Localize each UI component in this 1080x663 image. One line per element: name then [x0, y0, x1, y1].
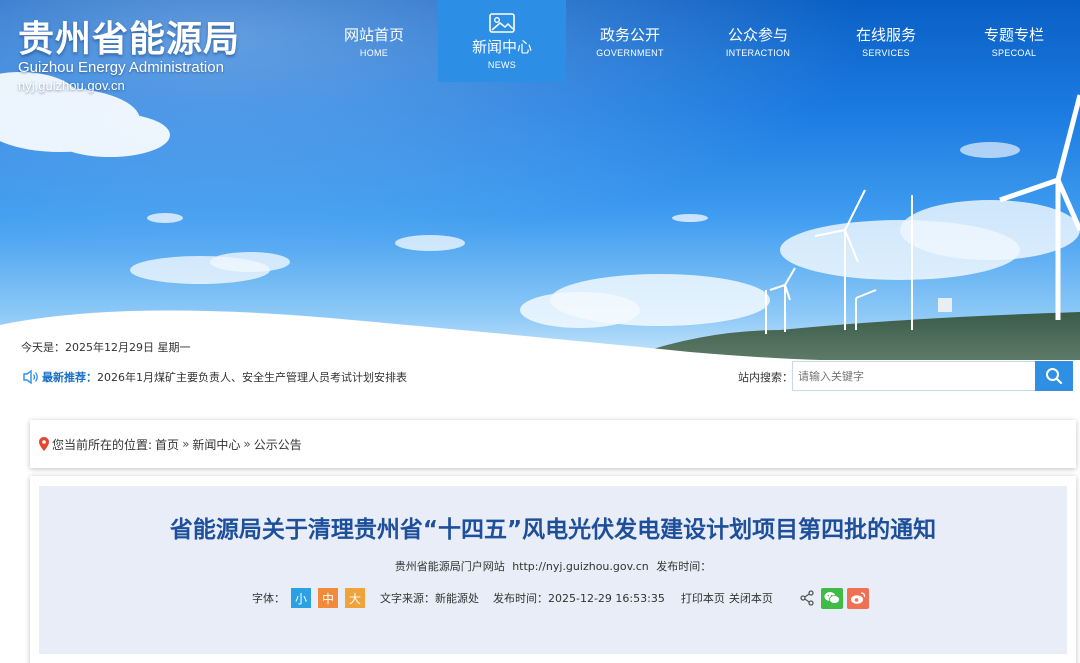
nav-sublabel: HOME: [359, 48, 389, 58]
site-logo-english: Guizhou Energy Administration: [18, 59, 224, 76]
wechat-icon: [824, 592, 840, 604]
article-origin: 文字来源：新能源处: [380, 592, 479, 605]
font-large-button[interactable]: 大: [345, 588, 365, 608]
nav-label: 公众参与: [727, 26, 788, 44]
breadcrumb-separator: »: [243, 437, 251, 451]
notice-link[interactable]: 2026年1月煤矿主要负责人、安全生产管理人员考试计划安排表: [97, 369, 407, 385]
breadcrumb-news[interactable]: 新闻中心: [192, 436, 240, 453]
search-label: 站内搜索：: [738, 371, 793, 384]
nav-item-government[interactable]: 政务公开 GOVERNMENT: [566, 0, 694, 82]
close-page-link[interactable]: 关闭本页: [729, 590, 773, 606]
article-source-url: http://nyj.guizhou.gov.cn: [512, 560, 649, 573]
nav-label: 网站首页: [343, 26, 404, 44]
nav-sublabel: SPECOAL: [991, 48, 1037, 58]
picture-icon: [489, 12, 515, 33]
print-page-link[interactable]: 打印本页: [681, 590, 725, 606]
nav-item-home[interactable]: 网站首页 HOME: [310, 0, 438, 82]
main-nav: 网站首页 HOME 新闻中心 NEWS 政务公开 GOVERNMENT 公众参与…: [310, 0, 1078, 82]
article-publish-label: 发布时间：: [656, 560, 712, 573]
site-logo-name[interactable]: 贵州省能源局: [18, 10, 240, 62]
nav-sublabel: GOVERNMENT: [596, 48, 664, 58]
article-source-site: 贵州省能源局门户网站: [394, 560, 505, 573]
breadcrumb-separator: »: [182, 437, 190, 451]
nav-label: 在线服务: [855, 26, 916, 44]
notice-tag: 最新推荐：: [42, 371, 97, 384]
weibo-share-button[interactable]: [846, 587, 869, 609]
nav-label: 专题专栏: [983, 26, 1044, 44]
font-small-button[interactable]: 小: [291, 588, 311, 608]
font-size-label: 字体：: [252, 592, 285, 605]
nav-sublabel: SERVICES: [862, 48, 910, 58]
breadcrumb-notices[interactable]: 公示公告: [254, 436, 302, 453]
article-toolbar: 字体： 小 中 大 文字来源：新能源处 发布时间：2025-12-29 16:5…: [252, 587, 873, 609]
article-header: 省能源局关于清理贵州省“十四五”风电光伏发电建设计划项目第四批的通知 贵州省能源…: [39, 486, 1067, 654]
search-button[interactable]: [1035, 361, 1073, 391]
weibo-icon: [850, 592, 866, 604]
nav-label: 政务公开: [599, 26, 660, 44]
nav-item-services[interactable]: 在线服务 SERVICES: [822, 0, 950, 82]
wechat-share-button[interactable]: [820, 587, 843, 609]
site-domain: nyj.guizhou.gov.cn: [18, 78, 125, 93]
breadcrumb-home[interactable]: 首页: [155, 436, 179, 453]
nav-item-news[interactable]: 新闻中心 NEWS: [438, 0, 566, 82]
article-title: 省能源局关于清理贵州省“十四五”风电光伏发电建设计划项目第四批的通知: [169, 517, 937, 543]
location-pin-icon: [39, 437, 49, 451]
nav-sublabel: NEWS: [487, 59, 517, 70]
search-input[interactable]: [793, 362, 1035, 390]
header-banner: 贵州省能源局 Guizhou Energy Administration nyj…: [0, 0, 1080, 360]
share-icon[interactable]: [799, 590, 815, 606]
article-container: 省能源局关于清理贵州省“十四五”风电光伏发电建设计划项目第四批的通知 贵州省能源…: [30, 476, 1076, 663]
search-icon: [1046, 368, 1063, 385]
speaker-icon: [23, 369, 38, 385]
nav-sublabel: INTERACTION: [725, 48, 791, 58]
article-publish-time: 发布时间：2025-12-29 16:53:35: [493, 592, 665, 605]
font-medium-button[interactable]: 中: [318, 588, 338, 608]
breadcrumb-prefix: 您当前所在的位置:: [52, 437, 153, 452]
article-meta: 贵州省能源局门户网站 http://nyj.guizhou.gov.cn 发布时…: [39, 558, 1067, 574]
breadcrumb: 您当前所在的位置: 首页 » 新闻中心 » 公示公告: [30, 420, 1076, 468]
latest-recommend-bar: 最新推荐： 2026年1月煤矿主要负责人、安全生产管理人员考试计划安排表: [22, 368, 407, 386]
today-date: 今天是：2025年12月29日 星期一: [21, 341, 191, 354]
search-field: [792, 361, 1036, 391]
nav-label: 新闻中心: [471, 37, 532, 56]
nav-item-interaction[interactable]: 公众参与 INTERACTION: [694, 0, 822, 82]
nav-item-special[interactable]: 专题专栏 SPECOAL: [950, 0, 1078, 82]
